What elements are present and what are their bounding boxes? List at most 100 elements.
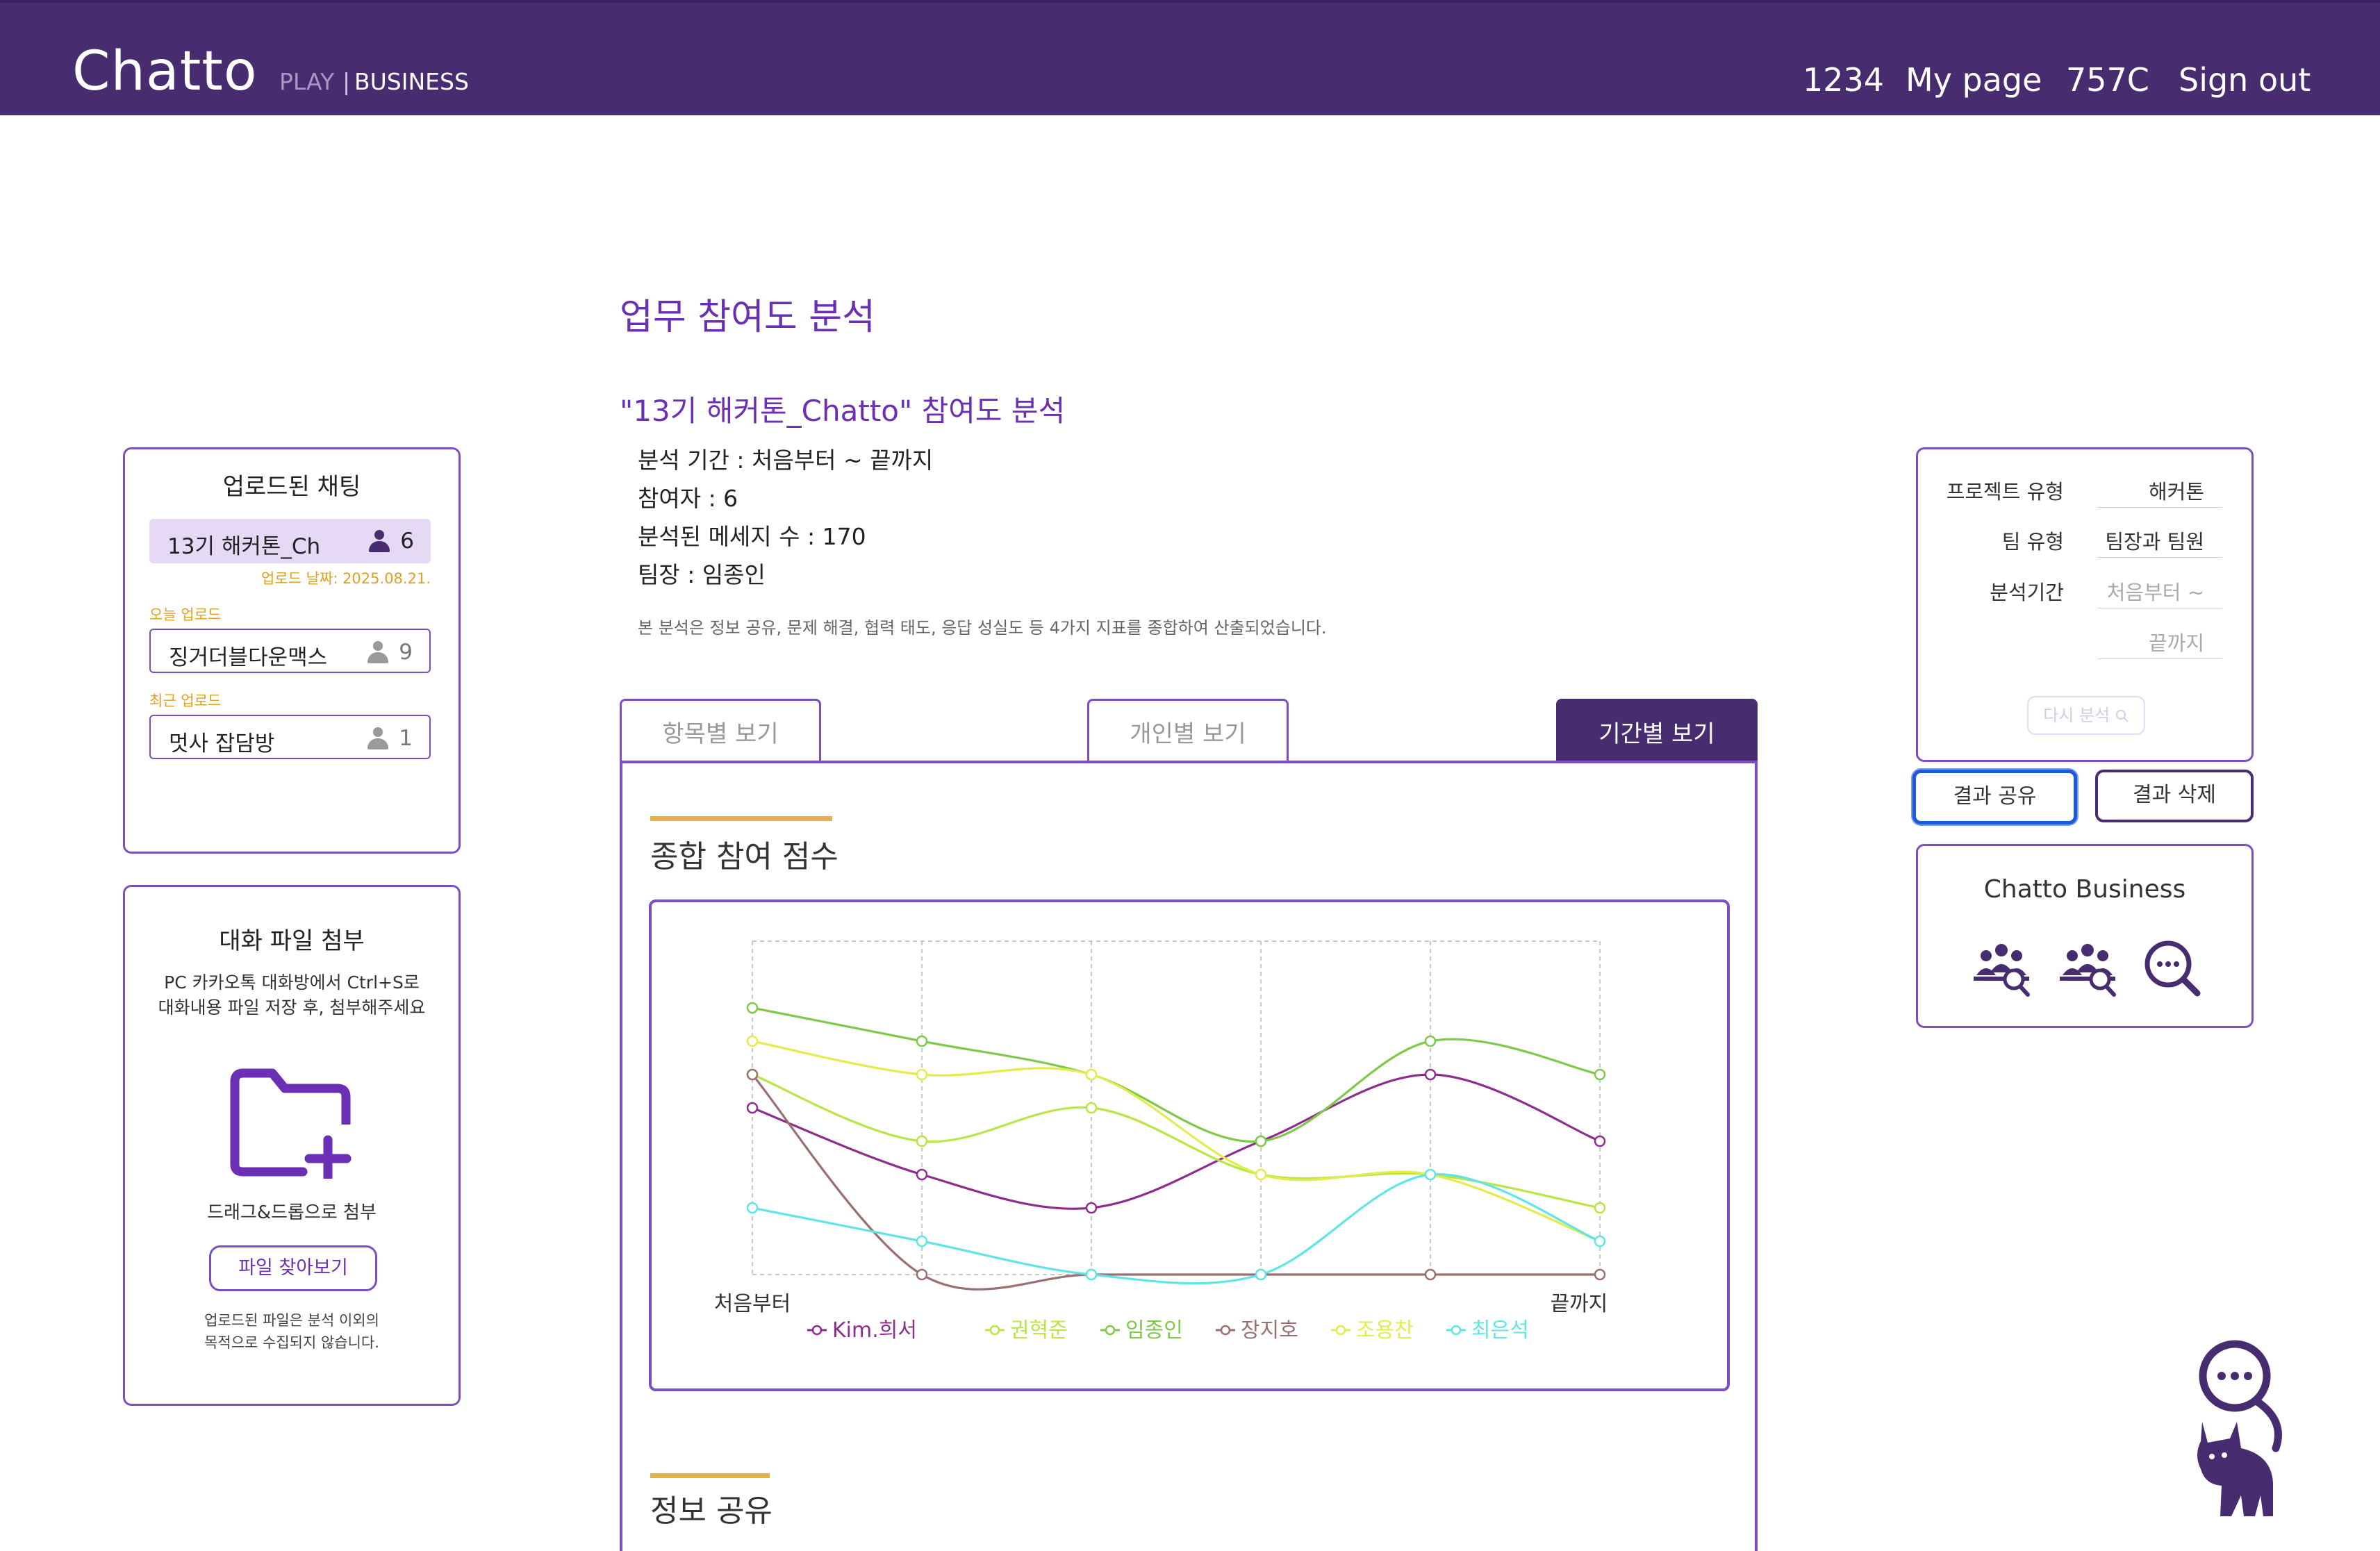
panel-title: 업로드된 채팅 <box>222 473 361 501</box>
data-point <box>916 1068 928 1081</box>
tab-by-item[interactable]: 항목별 보기 <box>620 699 821 763</box>
tab-by-person[interactable]: 개인별 보기 <box>1087 699 1289 763</box>
person-icon <box>365 641 390 665</box>
legend-swatch-marker <box>811 1325 823 1336</box>
period-label: 분석기간 <box>1990 581 2064 604</box>
legend-label: 최은석 <box>1471 1318 1529 1343</box>
reanalyze-label: 다시 분석 <box>2043 706 2110 725</box>
team-search-icon[interactable] <box>1969 936 2035 999</box>
folder-plus-icon <box>230 1068 352 1179</box>
team-type-select[interactable]: 팀장과 팀원 <box>2097 526 2222 558</box>
period-from-input[interactable]: 처음부터 ~ <box>2097 577 2222 608</box>
data-point <box>1424 1035 1437 1047</box>
business-title: Chatto Business <box>1983 875 2186 904</box>
data-point <box>916 1035 928 1047</box>
filter-panel: 프로젝트 유형 해커톤 팀 유형 팀장과 팀원 분석기간 처음부터 ~ 끝까지 … <box>1916 447 2254 762</box>
today-upload-label: 오늘 업로드 <box>149 606 222 623</box>
data-point <box>1424 1268 1437 1281</box>
legend-label: 장지호 <box>1241 1318 1298 1343</box>
section-accent <box>650 816 832 821</box>
logo-play-label[interactable]: PLAY <box>279 68 334 95</box>
nav-user-code[interactable]: 757C <box>2066 61 2149 99</box>
legend-label: 임종인 <box>1125 1318 1183 1343</box>
legend-label: 권혁준 <box>1010 1318 1068 1343</box>
analysis-note: 본 분석은 정보 공유, 문제 해결, 협력 태도, 응답 성실도 등 4가지 … <box>638 618 1327 638</box>
team-search-icon[interactable] <box>2056 936 2121 999</box>
page-title: 업무 참여도 분석 <box>620 297 875 338</box>
top-navbar: Chatto PLAY | BUSINESS 1234 My page 757C… <box>0 0 2380 115</box>
legend-swatch-marker <box>1451 1325 1462 1336</box>
disclaimer-line-1: 업로드된 파일은 분석 이외의 <box>204 1312 379 1329</box>
data-point <box>1255 1135 1267 1147</box>
chart-canvas: 처음부터 끝까지 Kim.희서 권혁준 임종인 장지호 조용찬 최은석 <box>714 940 1608 1343</box>
section-title-info-share: 정보 공유 <box>650 1493 772 1529</box>
nav-user-id[interactable]: 1234 <box>1803 61 1884 99</box>
legend-swatch-marker <box>1335 1325 1346 1336</box>
series-line-4 <box>752 1040 1601 1243</box>
data-point <box>1424 1168 1437 1181</box>
data-point <box>916 1235 928 1247</box>
data-point <box>1085 1268 1098 1281</box>
logo[interactable]: Chatto <box>72 40 258 103</box>
disclaimer-line-2: 목적으로 수집되지 않습니다. <box>204 1334 379 1351</box>
project-type-label: 프로젝트 유형 <box>1946 480 2064 504</box>
delete-result-button[interactable]: 결과 삭제 <box>2095 770 2254 822</box>
meta-period: 분석 기간 : 처음부터 ~ 끝까지 <box>638 447 934 474</box>
member-count: 1 <box>399 726 413 751</box>
reanalyze-button[interactable]: 다시 분석 <box>2027 696 2145 735</box>
drag-drop-label: 드래그&드롭으로 첨부 <box>207 1202 377 1223</box>
cat-chat-search-icon[interactable] <box>2181 1337 2306 1518</box>
chat-item-recent[interactable]: 멋사 잡담방 1 <box>149 715 431 759</box>
line-chart: 처음부터 끝까지 Kim.희서 권혁준 임종인 장지호 조용찬 최은석 <box>649 899 1730 1391</box>
nav-sign-out[interactable]: Sign out <box>2179 61 2311 99</box>
chat-item-active[interactable]: 13기 해커톤_Ch 6 <box>149 519 431 563</box>
data-point <box>916 1268 928 1281</box>
legend-swatch-marker <box>1220 1325 1231 1336</box>
chat-name: 멋사 잡담방 <box>169 731 275 756</box>
panel-title: 대화 파일 첨부 <box>219 927 365 955</box>
tab-by-period[interactable]: 기간별 보기 <box>1556 699 1758 763</box>
meta-team-leader: 팀장 : 임종인 <box>638 561 766 588</box>
upload-date: 업로드 날짜: 2025.08.21. <box>261 570 431 587</box>
x-tick-label: 처음부터 <box>714 1292 791 1316</box>
data-point <box>1594 1235 1606 1247</box>
chat-name: 13기 해커톤_Ch <box>167 534 321 559</box>
search-icon <box>2115 710 2129 722</box>
chat-search-icon[interactable] <box>2140 936 2206 999</box>
data-point <box>746 1035 759 1047</box>
data-point <box>916 1135 928 1147</box>
file-upload-panel[interactable]: 대화 파일 첨부 PC 카카오톡 대화방에서 Ctrl+S로 대화내용 파일 저… <box>123 885 461 1406</box>
share-result-button[interactable]: 결과 공유 <box>1912 770 2077 824</box>
series-line-3 <box>751 1073 1600 1291</box>
business-panel: Chatto Business <box>1916 844 2254 1028</box>
upload-desc-line-1: PC 카카오톡 대화방에서 Ctrl+S로 <box>164 972 420 993</box>
section-accent <box>650 1473 770 1478</box>
data-point <box>746 1002 759 1014</box>
person-icon <box>367 530 392 554</box>
series-line-0 <box>752 1073 1601 1210</box>
browse-file-button[interactable]: 파일 찾아보기 <box>209 1245 377 1291</box>
nav-my-page[interactable]: My page <box>1906 61 2042 99</box>
member-count: 9 <box>399 640 413 665</box>
data-point <box>1424 1068 1437 1081</box>
data-point <box>916 1168 928 1181</box>
logo-business-label[interactable]: BUSINESS <box>354 68 469 95</box>
recent-upload-label: 최근 업로드 <box>149 692 222 709</box>
chat-name: 징거더블다운맥스 <box>169 645 328 670</box>
project-type-select[interactable]: 해커톤 <box>2097 476 2222 508</box>
period-to-input[interactable]: 끝까지 <box>2097 627 2222 659</box>
series-line-5 <box>752 1172 1601 1285</box>
section-title-overall: 종합 참여 점수 <box>650 839 838 874</box>
data-point <box>1085 1068 1098 1081</box>
series-line-1 <box>752 1073 1601 1209</box>
data-point <box>1594 1202 1606 1214</box>
upload-desc-line-2: 대화내용 파일 저장 후, 첨부해주세요 <box>158 997 426 1018</box>
legend-swatch-marker <box>1105 1325 1116 1336</box>
data-point <box>746 1102 759 1114</box>
chat-item-today[interactable]: 징거더블다운맥스 9 <box>149 629 431 673</box>
legend-label: 조용찬 <box>1356 1318 1414 1343</box>
data-point <box>1594 1135 1606 1147</box>
data-point <box>1255 1168 1267 1181</box>
meta-participants: 참여자 : 6 <box>638 485 738 512</box>
data-point <box>1085 1102 1098 1114</box>
